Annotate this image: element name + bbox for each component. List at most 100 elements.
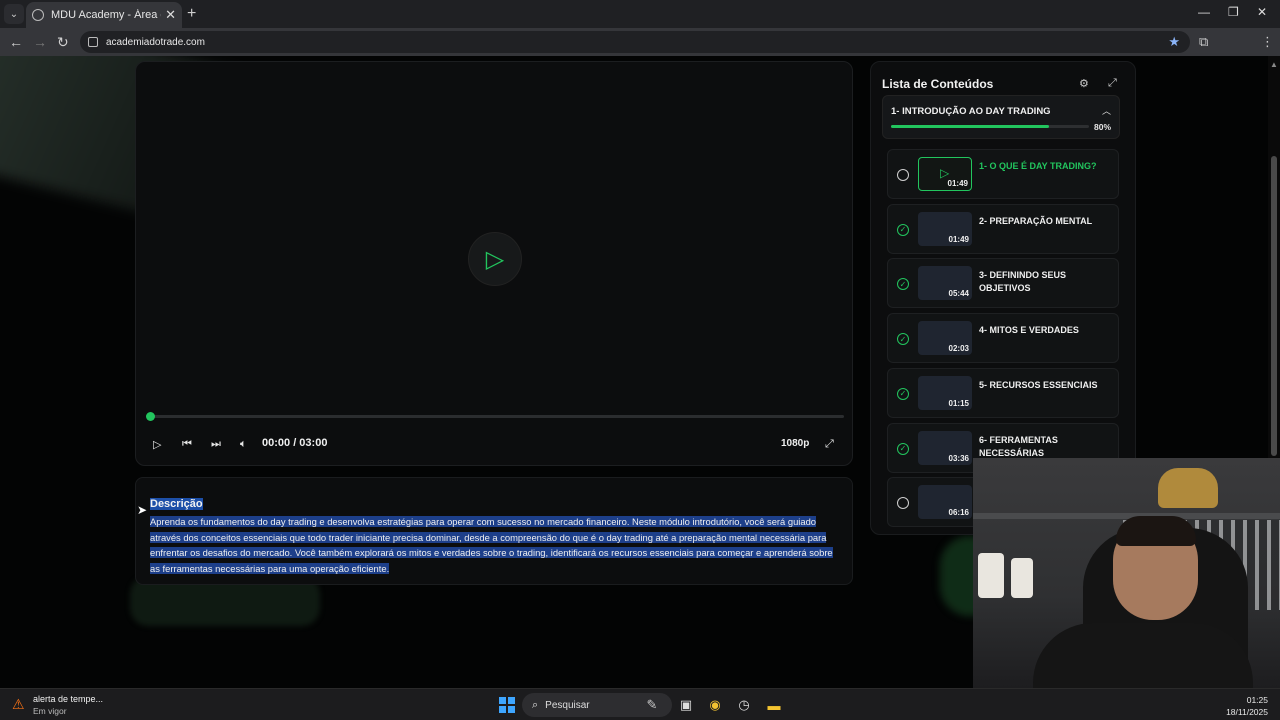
lesson-item[interactable]: ✓ 01:49 2- PREPARAÇÃO MENTAL [887,203,1119,254]
settings-gear-icon[interactable]: ⚙ [1079,77,1089,90]
weather-alert-icon[interactable]: ⚠ [12,696,28,712]
check-circle-icon: ✓ [897,442,909,455]
task-view-icon[interactable]: ▣ [677,696,695,714]
sidebar-title: Lista de Conteúdos [882,77,994,91]
clock-app-icon[interactable]: ◷ [735,696,753,714]
webcam-shelf [973,513,1280,519]
search-placeholder: Pesquisar [545,699,590,711]
webcam-overlay [973,458,1280,688]
chrome-icon[interactable]: ◉ [706,696,724,714]
previous-icon[interactable]: ⏮ [182,438,192,451]
webcam-person-hair [1116,516,1196,546]
url-field[interactable]: academiadotrade.com ★ [80,31,1190,53]
clock-time: 01:25 [1246,695,1268,705]
lesson-duration: 03:36 [948,453,969,463]
lesson-title: 6- FERRAMENTAS NECESSÁRIAS [979,434,1058,458]
taskbar: ⚠ alerta de tempe... Em vigor ⌕ Pesquisa… [0,688,1280,720]
big-play-button[interactable]: ▷ [468,232,522,286]
url-text: academiadotrade.com [106,36,205,48]
lesson-thumbnail: 03:36 [918,430,972,465]
webcam-person-body [1033,623,1253,688]
widget-icon[interactable]: ✎ [643,696,661,714]
clock-date: 18/11/2025 [1226,707,1268,717]
scrollbar-thumb[interactable] [1271,156,1277,456]
lesson-thumbnail: 02:03 [918,321,972,356]
lesson-duration: 02:03 [948,344,969,354]
lesson-item[interactable]: ✓ 05:44 3- DEFININDO SEUS OBJETIVOS [887,258,1119,309]
description-text: Aprenda os fundamentos do day trading e … [150,514,838,576]
lesson-duration: 05:44 [948,289,969,299]
check-circle-icon: ✓ [897,223,909,236]
lesson-duration: 01:15 [948,398,969,408]
quality-button[interactable]: 1080p [781,438,809,449]
file-explorer-icon[interactable]: ▬ [765,696,783,714]
expand-icon[interactable]: ⤢ [1108,77,1117,90]
progress-handle[interactable] [146,412,155,421]
lesson-title: 3- DEFININDO SEUS OBJETIVOS [979,270,1067,294]
scroll-up-icon[interactable]: ▲ [1270,60,1278,69]
module-accordion[interactable]: 1- INTRODUÇÃO AO DAY TRADING ︿ 80% [882,95,1120,139]
progress-track[interactable] [150,415,844,418]
lesson-title: 4- MITOS E VERDADES [979,325,1079,336]
description-panel: Descrição Aprenda os fundamentos do day … [135,477,853,585]
webcam-vase [1011,558,1033,598]
address-bar-row: ← → ↻ academiadotrade.com ★ ⧉ ⋮ [0,28,1280,77]
close-tab-icon[interactable]: ✕ [165,7,176,23]
next-icon[interactable]: ⏭ [211,438,221,451]
check-circle-icon: ✓ [897,333,909,346]
system-clock[interactable]: 01:25 18/11/2025 [1226,694,1268,718]
weather-alert-subtitle: Em vigor [33,706,67,716]
globe-icon [32,9,44,21]
lesson-title: 5- RECURSOS ESSENCIAIS [979,379,1098,390]
empty-circle-icon [897,169,909,181]
lesson-item[interactable]: ✓ 01:15 5- RECURSOS ESSENCIAIS [887,367,1119,418]
check-circle-icon: ✓ [897,387,909,400]
bookmark-star-icon[interactable]: ★ [1168,34,1180,50]
description-text-selected: Aprenda os fundamentos do day trading e … [150,516,833,574]
tab-title: MDU Academy - Área de Memi [51,9,161,21]
module-progress-label: 80% [1093,122,1111,132]
lesson-item[interactable]: ✓ 02:03 4- MITOS E VERDADES [887,313,1119,364]
minimize-icon[interactable]: — [1198,5,1210,19]
check-circle-icon: ✓ [897,278,909,291]
empty-circle-icon [897,497,909,510]
lesson-duration: 06:16 [948,508,969,518]
lesson-title: 2- PREPARAÇÃO MENTAL [979,215,1093,226]
play-icon[interactable]: ▷ [153,438,161,451]
back-arrow-icon[interactable]: ← [9,34,23,50]
browser-tab-bar: ⌄ MDU Academy - Área de Memi ✕ + — ❐ ✕ [0,0,1280,28]
close-window-icon[interactable]: ✕ [1257,5,1267,19]
module-title: 1- INTRODUÇÃO AO DAY TRADING [891,106,1051,117]
new-tab-button[interactable]: + [187,5,196,23]
chevron-up-icon[interactable]: ︿ [1102,104,1111,117]
lesson-duration: 01:49 [948,234,969,244]
play-icon: ▷ [940,166,950,180]
weather-alert-title[interactable]: alerta de tempe... [33,694,103,704]
video-player[interactable]: ▷ ▷ ⏮ ⏭ 🔈︎ 00:00 / 03:00 1080p ⤢ [135,61,853,466]
browser-tab[interactable]: MDU Academy - Área de Memi ✕ [26,2,182,28]
webcam-lion-statue [1158,468,1218,508]
lesson-thumbnail: ▷ 01:49 [918,157,972,191]
lesson-thumbnail: 01:49 [918,211,972,246]
restore-icon[interactable]: ❐ [1228,5,1239,19]
mouse-cursor-icon: ➤ [137,503,148,517]
tab-search-chevron-icon[interactable]: ⌄ [4,4,24,24]
extensions-icon[interactable]: ⧉ [1199,34,1208,50]
volume-icon[interactable]: 🔈︎ [240,438,247,451]
lesson-thumbnail: 01:15 [918,375,972,410]
search-icon: ⌕ [532,698,539,711]
windows-start-icon[interactable] [499,697,515,713]
webcam-vase [978,553,1004,598]
time-display: 00:00 / 03:00 [262,437,328,449]
site-info-icon[interactable] [88,37,98,47]
lesson-item[interactable]: ▷ 01:49 1- O QUE É DAY TRADING? [887,149,1119,199]
module-progress-fill [891,125,1050,128]
menu-kebab-icon[interactable]: ⋮ [1261,34,1274,50]
play-icon: ▷ [485,245,505,273]
lesson-duration: 01:49 [947,179,968,188]
description-title: Descrição [150,498,203,510]
fullscreen-icon[interactable]: ⤢ [825,438,834,451]
lesson-thumbnail: 05:44 [918,266,972,301]
forward-arrow-icon[interactable]: → [33,34,47,50]
reload-icon[interactable]: ↻ [57,34,69,51]
